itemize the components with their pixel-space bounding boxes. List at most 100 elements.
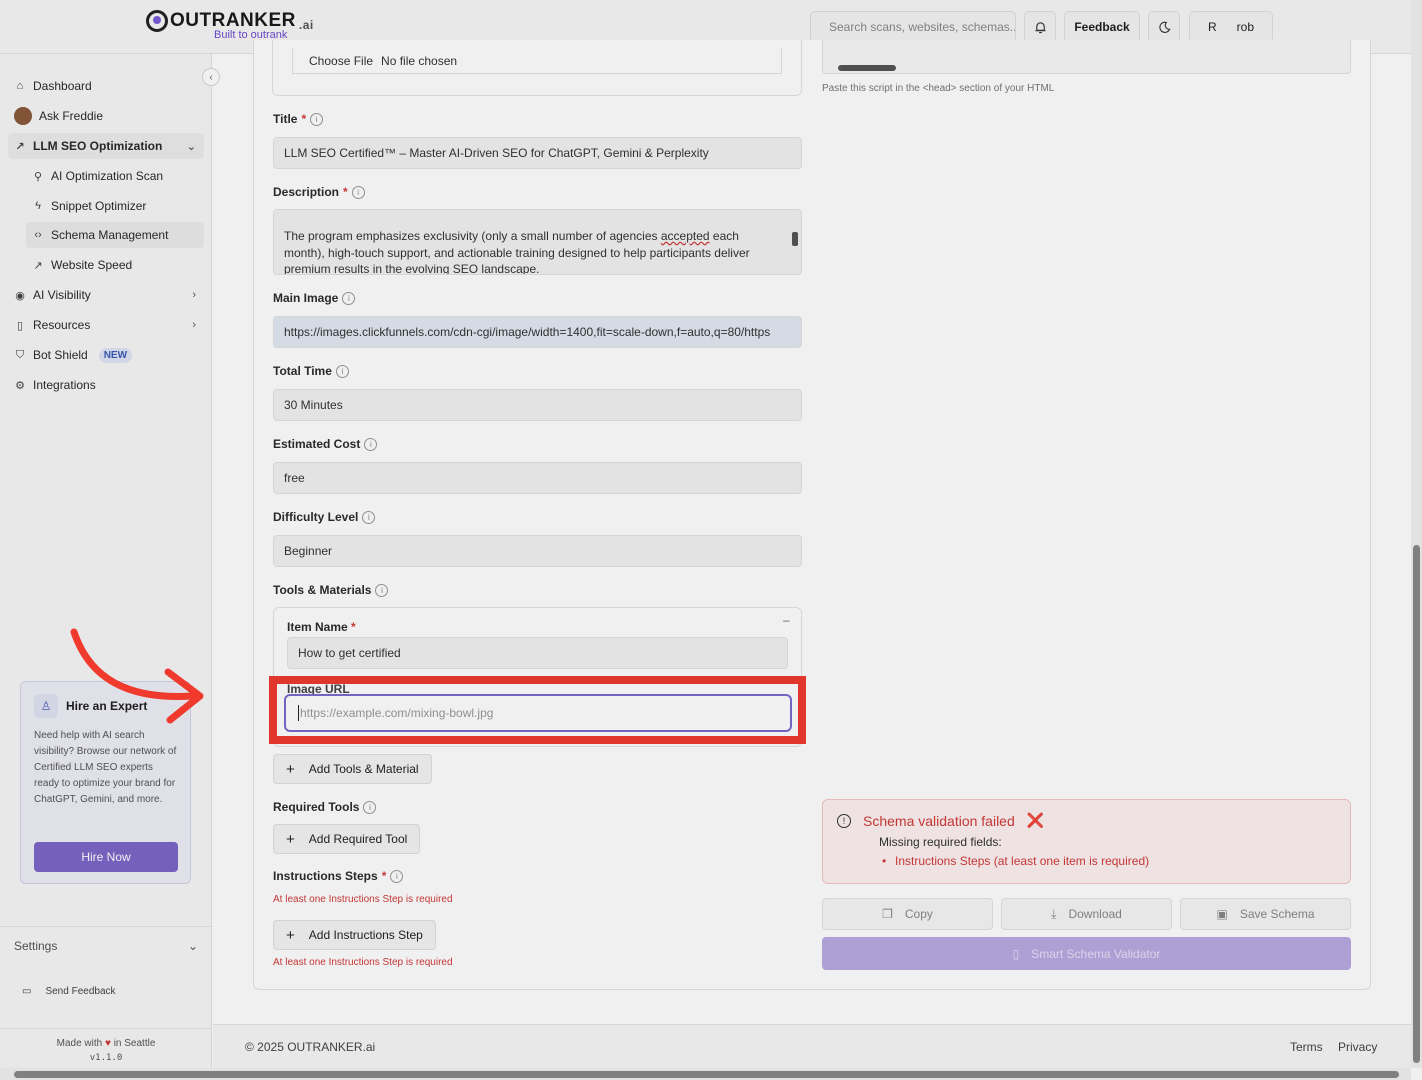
vertical-scrollbar[interactable] [1411, 0, 1422, 1068]
plus-icon: + [286, 830, 295, 848]
image-url-input[interactable]: https://example.com/mixing-bowl.jpg [284, 694, 792, 732]
sidebar-item-resources[interactable]: ▯ Resources › [8, 312, 204, 338]
main-image-field[interactable]: https://images.clickfunnels.com/cdn-cgi/… [273, 316, 802, 348]
add-instruction-label: Add Instructions Step [308, 928, 423, 942]
moon-icon [1158, 21, 1170, 33]
notifications-button[interactable] [1024, 11, 1056, 43]
total-time-field[interactable]: 30 Minutes [273, 389, 802, 421]
sidebar-item-ask-freddie[interactable]: Ask Freddie [8, 103, 204, 129]
info-icon[interactable]: i [363, 800, 377, 814]
add-tools-label: Add Tools & Material [308, 762, 419, 776]
info-icon[interactable]: i [362, 510, 376, 524]
error-cross-icon: ❌ [1026, 812, 1045, 828]
description-field[interactable]: The program emphasizes exclusivity (only… [273, 209, 802, 275]
user-menu-button[interactable]: R rob [1189, 11, 1273, 43]
title-label: Title * i [273, 112, 324, 126]
info-icon[interactable]: i [310, 112, 324, 126]
instructions-label: Instructions Steps * i [273, 869, 404, 883]
send-feedback-label: Send Feedback [45, 986, 116, 997]
theme-toggle-button[interactable] [1148, 11, 1180, 43]
add-instructions-step-button[interactable]: + Add Instructions Step [273, 920, 436, 950]
estimated-cost-label: Estimated Cost i [273, 437, 378, 451]
search-placeholder: Search scans, websites, schemas... [829, 20, 1016, 34]
info-icon[interactable]: i [342, 291, 356, 305]
search-input[interactable]: Search scans, websites, schemas... [810, 11, 1016, 43]
sidebar-item-ai-visibility[interactable]: ◉ AI Visibility › [8, 282, 204, 308]
instructions-error: At least one Instructions Step is requir… [273, 894, 453, 905]
sidebar-item-label: Dashboard [33, 79, 92, 93]
bell-icon [1034, 21, 1046, 33]
terms-link[interactable]: Terms [1290, 1040, 1323, 1054]
alert-icon: ! [837, 813, 851, 828]
message-icon: ▭ [22, 986, 32, 997]
page-footer: © 2025 OUTRANKER.ai Terms Privacy [213, 1024, 1411, 1068]
shield-icon: ⛉ [15, 348, 25, 361]
sidebar-item-snippet-optimizer[interactable]: ϟ Snippet Optimizer [26, 193, 204, 219]
annotation-arrow-icon [70, 628, 204, 724]
download-button[interactable]: ⤓ Download [1001, 898, 1172, 930]
trend-up-icon: ↗ [15, 140, 25, 153]
eye-icon: ◉ [15, 289, 25, 302]
file-input[interactable]: Choose File No file chosen [292, 48, 782, 74]
sidebar-item-label: Schema Management [51, 228, 169, 242]
tools-materials-label: Tools & Materials i [273, 583, 389, 597]
info-icon[interactable]: i [364, 437, 378, 451]
made-with-text: Made with [56, 1038, 103, 1049]
info-icon[interactable]: i [375, 583, 389, 597]
save-schema-button[interactable]: ▣ Save Schema [1180, 898, 1351, 930]
user-name: rob [1236, 20, 1254, 34]
title-field[interactable]: LLM SEO Certified™ – Master AI-Driven SE… [273, 137, 802, 169]
collapse-sidebar-button[interactable]: ‹ [202, 68, 220, 86]
chevron-right-icon: › [192, 289, 196, 301]
sidebar-item-schema-management[interactable]: ‹› Schema Management [26, 222, 204, 248]
user-avatar: R [1207, 20, 1217, 34]
add-required-tool-label: Add Required Tool [308, 832, 408, 846]
code-scrollbar[interactable] [838, 65, 896, 71]
difficulty-field[interactable]: Beginner [273, 535, 802, 567]
feedback-button[interactable]: Feedback [1064, 11, 1140, 43]
image-url-highlight: Image URL https://example.com/mixing-bow… [269, 676, 806, 744]
heart-icon: ♥ [104, 1038, 111, 1049]
info-icon[interactable]: i [351, 185, 365, 199]
made-in-text: in Seattle [113, 1038, 156, 1049]
send-feedback-link[interactable]: ▭ Send Feedback [22, 986, 116, 997]
sidebar-item-llm-seo[interactable]: ↗ LLM SEO Optimization ⌄ [8, 133, 204, 159]
description-scrollbar[interactable] [790, 212, 800, 264]
info-icon[interactable]: i [390, 869, 404, 883]
sidebar-item-label: Integrations [33, 378, 96, 392]
copy-button[interactable]: ❐ Copy [822, 898, 993, 930]
sidebar-item-label: LLM SEO Optimization [33, 139, 163, 153]
sidebar-item-bot-shield[interactable]: ⛉ Bot Shield NEW [8, 342, 204, 368]
logo[interactable]: OUTRANKER .ai Built to outrank [146, 10, 314, 41]
search-icon: ⚲ [33, 170, 43, 183]
add-tools-material-button[interactable]: + Add Tools & Material [273, 754, 432, 784]
gear-icon: ⚙ [15, 379, 25, 392]
item-name-field[interactable]: How to get certified [287, 637, 788, 669]
sidebar-item-label: Bot Shield [33, 348, 88, 362]
choose-file-button[interactable]: Choose File [309, 54, 373, 68]
sidebar-item-dashboard[interactable]: ⌂ Dashboard [8, 73, 204, 99]
file-icon: ▯ [1012, 946, 1020, 961]
remove-item-button[interactable]: – [783, 613, 790, 627]
add-required-tool-button[interactable]: + Add Required Tool [273, 824, 421, 854]
user-check-icon: ♙ [34, 694, 58, 718]
info-icon[interactable]: i [335, 364, 349, 378]
privacy-link[interactable]: Privacy [1338, 1040, 1377, 1054]
missing-field-item: Instructions Steps (at least one item is… [882, 854, 1336, 868]
estimated-cost-field[interactable]: free [273, 462, 802, 494]
horizontal-scrollbar[interactable] [0, 1068, 1411, 1080]
code-icon: ‹› [34, 229, 42, 241]
copy-icon: ❐ [882, 907, 893, 921]
sidebar-item-website-speed[interactable]: ↗ Website Speed [26, 252, 204, 278]
smart-schema-validator-button[interactable]: ▯ Smart Schema Validator [822, 937, 1351, 970]
schema-code-box[interactable] [822, 40, 1351, 74]
version-text: v1.1.0 [89, 1053, 123, 1063]
sidebar-item-label: Resources [33, 318, 91, 332]
validation-alert: ! Schema validation failed ❌ Missing req… [822, 799, 1351, 884]
copyright: © 2025 OUTRANKER.ai [245, 1040, 376, 1054]
freddie-avatar [14, 107, 32, 125]
sidebar-item-integrations[interactable]: ⚙ Integrations [8, 372, 204, 398]
hire-now-button[interactable]: Hire Now [34, 842, 178, 872]
settings-toggle[interactable]: Settings ⌄ [0, 926, 212, 965]
sidebar-item-ai-optimization-scan[interactable]: ⚲ AI Optimization Scan [26, 163, 204, 189]
